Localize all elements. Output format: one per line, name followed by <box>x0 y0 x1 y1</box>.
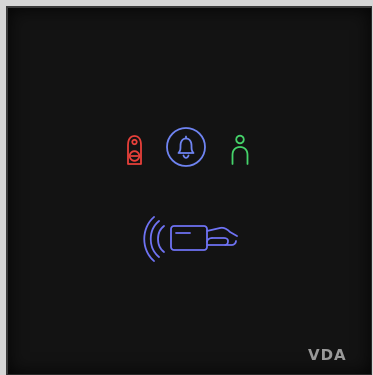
glass-panel <box>6 6 372 375</box>
contactless-card-icon <box>143 214 240 264</box>
do-not-disturb-icon <box>121 133 149 167</box>
brand-logo: VDA <box>308 346 347 364</box>
doorbell-button-icon[interactable] <box>165 126 207 168</box>
person-presence-icon <box>228 133 252 167</box>
doorbell-panel-view: VDA <box>0 0 373 375</box>
